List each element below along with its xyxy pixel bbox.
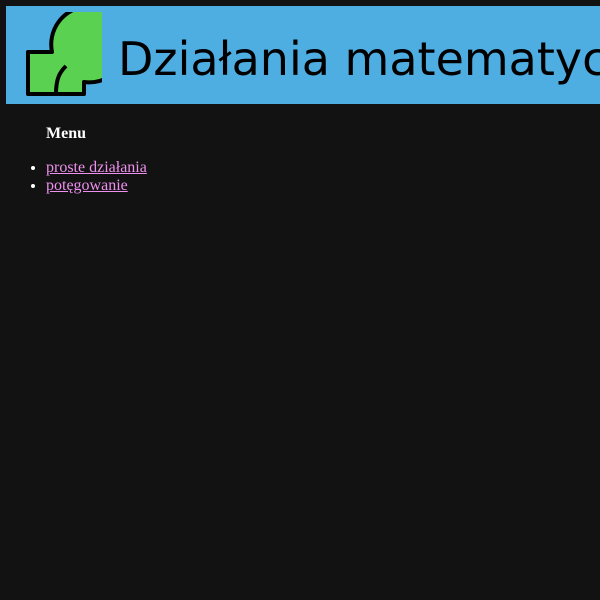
menu-item: proste działania [46, 159, 147, 177]
menu-link-proste-dzialania[interactable]: proste działania [46, 159, 147, 176]
menu-list: proste działania potęgowanie [0, 159, 147, 195]
menu-heading: Menu [46, 125, 86, 142]
menu-item: potęgowanie [46, 177, 147, 195]
site-title: Działania matematyczne [118, 32, 600, 86]
green-blob-logo-icon [26, 12, 102, 96]
header-banner: Działania matematyczne [6, 6, 600, 104]
menu-link-potegowanie[interactable]: potęgowanie [46, 177, 128, 194]
